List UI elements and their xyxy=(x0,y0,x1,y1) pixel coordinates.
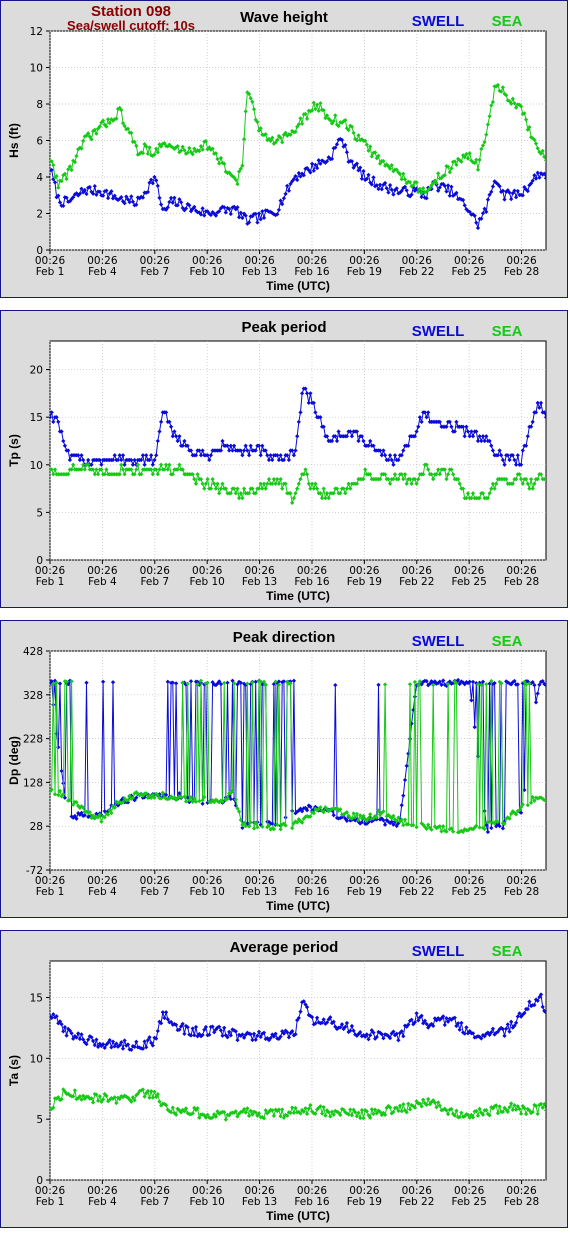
y-axis-label: Dp (deg) xyxy=(7,736,21,785)
x-tick-date-label: Feb 16 xyxy=(294,266,330,278)
x-tick-date-label: Feb 13 xyxy=(242,1196,277,1208)
y-tick-label: 15 xyxy=(30,993,43,1005)
x-tick-date-label: Feb 28 xyxy=(504,1196,539,1208)
x-axis-label: Time (UTC) xyxy=(266,589,330,603)
y-tick-label: 8 xyxy=(36,99,43,111)
chart-svg: 05101500:26Feb 100:26Feb 400:26Feb 700:2… xyxy=(7,939,547,1223)
chart-title: Wave height xyxy=(240,9,328,26)
x-tick-date-label: Feb 22 xyxy=(399,1196,434,1208)
x-tick-date-label: Feb 19 xyxy=(347,266,382,278)
legend-sea: SEA xyxy=(492,323,523,340)
y-tick-label: 328 xyxy=(23,690,43,702)
legend-sea: SEA xyxy=(492,943,523,960)
x-tick-date-label: Feb 1 xyxy=(36,576,65,588)
x-tick-date-label: Feb 16 xyxy=(294,576,330,588)
x-tick-date-label: Feb 4 xyxy=(88,576,117,588)
x-tick-date-label: Feb 4 xyxy=(88,886,117,898)
chart-title: Average period xyxy=(230,939,339,956)
x-tick-date-label: Feb 16 xyxy=(294,1196,330,1208)
x-tick-date-label: Feb 22 xyxy=(399,886,434,898)
y-tick-label: 12 xyxy=(30,26,43,38)
chart-svg: -722812822832842800:26Feb 100:26Feb 400:… xyxy=(7,629,547,913)
x-tick-date-label: Feb 28 xyxy=(504,266,539,278)
x-tick-date-label: Feb 1 xyxy=(36,886,65,898)
y-tick-label: 10 xyxy=(30,1053,43,1065)
x-tick-date-label: Feb 13 xyxy=(242,266,277,278)
y-tick-label: 10 xyxy=(30,460,43,472)
y-tick-label: 28 xyxy=(30,821,43,833)
plot-area xyxy=(49,340,547,561)
x-tick-date-label: Feb 1 xyxy=(36,1196,65,1208)
y-tick-label: 5 xyxy=(36,1114,43,1126)
y-tick-label: 228 xyxy=(23,734,43,746)
y-tick-label: 128 xyxy=(23,777,43,789)
x-tick-date-label: Feb 28 xyxy=(504,886,539,898)
peak-direction-panel: -72 28 128 228 328 428 00:26 Feb 1 00:26 Feb 4 00:… xyxy=(0,620,568,918)
plot-area xyxy=(49,960,547,1181)
x-axis-label: Time (UTC) xyxy=(266,899,330,913)
chart-svg: 0510152000:26Feb 100:26Feb 400:26Feb 700… xyxy=(7,319,547,603)
x-axis-label: Time (UTC) xyxy=(266,1209,330,1223)
y-tick-label: 10 xyxy=(30,63,43,75)
legend-swell: SWELL xyxy=(412,323,465,340)
x-tick-date-label: Feb 25 xyxy=(452,576,487,588)
legend-swell: SWELL xyxy=(412,13,465,30)
x-tick-date-label: Feb 25 xyxy=(452,886,487,898)
x-tick-date-label: Feb 22 xyxy=(399,576,434,588)
x-tick-date-label: Feb 4 xyxy=(88,266,117,278)
chart-title: Peak period xyxy=(241,319,326,336)
wave-report-page: 0 2 4 6 8 10 12 00:26 Feb 1 00:26 Feb 4 00:26 Feb 70… xyxy=(0,0,570,1240)
y-axis-label: Ta (s) xyxy=(7,1055,21,1086)
legend-sea: SEA xyxy=(492,633,523,650)
x-tick-date-label: Feb 25 xyxy=(452,266,487,278)
plot-area xyxy=(49,30,547,251)
x-tick-date-label: Feb 7 xyxy=(140,576,169,588)
x-axis-label: Time (UTC) xyxy=(266,279,330,293)
y-tick-label: 6 xyxy=(36,136,43,148)
x-tick-date-label: Feb 13 xyxy=(242,886,277,898)
x-tick-date-label: Feb 7 xyxy=(140,886,169,898)
x-tick-date-label: Feb 10 xyxy=(190,266,225,278)
legend-swell: SWELL xyxy=(412,633,465,650)
x-tick-date-label: Feb 10 xyxy=(190,576,225,588)
y-tick-label: 4 xyxy=(36,172,43,184)
y-tick-label: 428 xyxy=(23,646,43,658)
y-tick-label: 2 xyxy=(36,209,43,221)
chart-svg: 02468101200:26Feb 100:26Feb 400:26Feb 70… xyxy=(7,3,547,293)
x-tick-date-label: Feb 7 xyxy=(140,1196,169,1208)
x-tick-date-label: Feb 7 xyxy=(140,266,169,278)
x-tick-date-label: Feb 10 xyxy=(190,1196,225,1208)
station-cutoff: Sea/swell cutoff: 10s xyxy=(67,18,195,33)
y-tick-label: 5 xyxy=(36,507,43,519)
legend-swell: SWELL xyxy=(412,943,465,960)
plot-area xyxy=(49,650,547,871)
legend-sea: SEA xyxy=(492,13,523,30)
x-tick-date-label: Feb 28 xyxy=(504,576,539,588)
x-tick-date-label: Feb 13 xyxy=(242,576,277,588)
wave-height-panel: 0 2 4 6 8 10 12 00:26 Feb 1 00:26 Feb 4 00:26 Feb 70… xyxy=(0,0,568,298)
x-tick-date-label: Feb 19 xyxy=(347,576,382,588)
average-period-panel: 0 5 10 15 00:26 Feb 1 00:26 Feb 4 00:26 Feb 7 00:2… xyxy=(0,930,568,1228)
x-tick-date-label: Feb 19 xyxy=(347,1196,382,1208)
y-tick-label: 15 xyxy=(30,412,43,424)
y-tick-label: 20 xyxy=(30,365,43,377)
x-tick-date-label: Feb 1 xyxy=(36,266,65,278)
y-axis-label: Hs (ft) xyxy=(7,123,21,158)
x-tick-date-label: Feb 16 xyxy=(294,886,330,898)
chart-title: Peak direction xyxy=(233,629,336,646)
x-tick-date-label: Feb 10 xyxy=(190,886,225,898)
x-tick-date-label: Feb 22 xyxy=(399,266,434,278)
y-axis-label: Tp (s) xyxy=(7,434,21,467)
peak-period-panel: 0 5 10 15 20 00:26 Feb 1 00:26 Feb 4 00:26 Feb 7 00… xyxy=(0,310,568,608)
x-tick-date-label: Feb 4 xyxy=(88,1196,117,1208)
x-tick-date-label: Feb 19 xyxy=(347,886,382,898)
x-tick-date-label: Feb 25 xyxy=(452,1196,487,1208)
